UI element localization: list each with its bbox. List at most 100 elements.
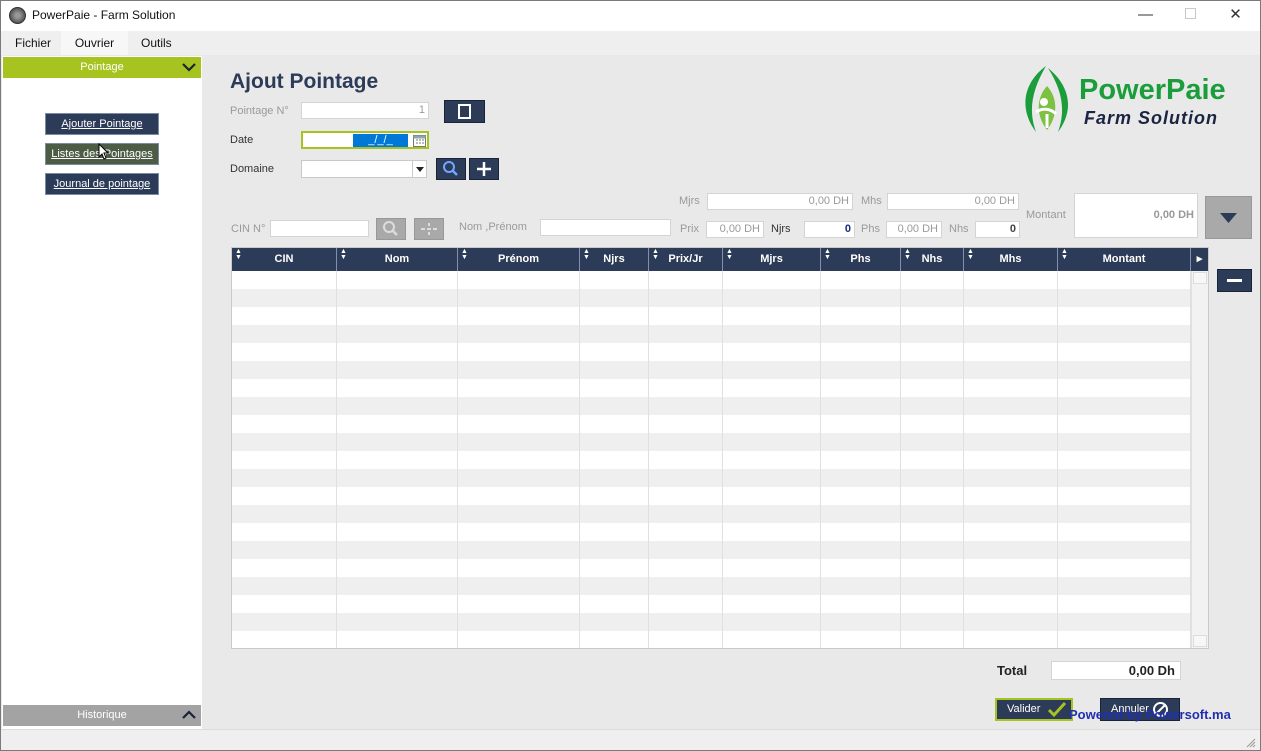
table-cell[interactable] bbox=[232, 343, 337, 361]
table-cell[interactable] bbox=[901, 451, 964, 469]
table-cell[interactable] bbox=[337, 523, 458, 541]
table-cell[interactable] bbox=[901, 559, 964, 577]
table-cell[interactable] bbox=[232, 433, 337, 451]
table-cell[interactable] bbox=[649, 577, 723, 595]
table-cell[interactable] bbox=[458, 379, 580, 397]
table-cell[interactable] bbox=[964, 325, 1058, 343]
scroll-down-icon[interactable] bbox=[1193, 635, 1207, 647]
pointage-table[interactable]: ▲ ▼ CIN ▲ ▼ Nom ▲ ▼ Prénom ▲ ▼ Njrs ▲ ▼ Prix/Jr ▲ ▼ Mjrs ▲… bbox=[231, 247, 1209, 649]
table-cell[interactable] bbox=[723, 595, 821, 613]
column-header-pr-nom[interactable]: ▲ ▼ Prénom bbox=[458, 248, 580, 271]
table-row[interactable] bbox=[232, 505, 1191, 523]
scroll-up-icon[interactable] bbox=[1193, 272, 1207, 284]
calendar-icon[interactable] bbox=[413, 134, 426, 147]
table-cell[interactable] bbox=[649, 343, 723, 361]
table-cell[interactable] bbox=[964, 397, 1058, 415]
table-cell[interactable] bbox=[580, 505, 649, 523]
table-cell[interactable] bbox=[723, 487, 821, 505]
table-cell[interactable] bbox=[232, 595, 337, 613]
column-menu-icon[interactable]: ▸ bbox=[1191, 248, 1208, 271]
table-cell[interactable] bbox=[649, 271, 723, 289]
table-cell[interactable] bbox=[649, 379, 723, 397]
mhs-field[interactable]: 0,00 DH bbox=[887, 193, 1019, 210]
table-cell[interactable] bbox=[821, 433, 901, 451]
table-cell[interactable] bbox=[901, 541, 964, 559]
table-cell[interactable] bbox=[723, 415, 821, 433]
cin-search-button[interactable] bbox=[376, 218, 406, 240]
table-row[interactable] bbox=[232, 433, 1191, 451]
table-cell[interactable] bbox=[580, 343, 649, 361]
column-header-mhs[interactable]: ▲ ▼ Mhs bbox=[964, 248, 1058, 271]
table-cell[interactable] bbox=[337, 397, 458, 415]
table-row[interactable] bbox=[232, 379, 1191, 397]
table-cell[interactable] bbox=[723, 505, 821, 523]
table-cell[interactable] bbox=[337, 433, 458, 451]
table-cell[interactable] bbox=[964, 577, 1058, 595]
montant-field[interactable]: 0,00 DH bbox=[1074, 193, 1198, 238]
table-cell[interactable] bbox=[1058, 361, 1191, 379]
table-row[interactable] bbox=[232, 325, 1191, 343]
table-cell[interactable] bbox=[964, 613, 1058, 631]
table-cell[interactable] bbox=[821, 397, 901, 415]
table-cell[interactable] bbox=[232, 361, 337, 379]
table-cell[interactable] bbox=[1058, 451, 1191, 469]
table-cell[interactable] bbox=[337, 307, 458, 325]
table-cell[interactable] bbox=[232, 469, 337, 487]
table-cell[interactable] bbox=[723, 289, 821, 307]
table-cell[interactable] bbox=[821, 613, 901, 631]
table-row[interactable] bbox=[232, 595, 1191, 613]
table-cell[interactable] bbox=[1058, 343, 1191, 361]
table-cell[interactable] bbox=[649, 469, 723, 487]
table-cell[interactable] bbox=[337, 379, 458, 397]
table-cell[interactable] bbox=[458, 397, 580, 415]
maximize-button[interactable]: ☐ bbox=[1168, 1, 1213, 31]
table-cell[interactable] bbox=[232, 271, 337, 289]
table-cell[interactable] bbox=[901, 595, 964, 613]
table-cell[interactable] bbox=[821, 343, 901, 361]
table-cell[interactable] bbox=[964, 505, 1058, 523]
table-row[interactable] bbox=[232, 397, 1191, 415]
table-cell[interactable] bbox=[458, 613, 580, 631]
table-cell[interactable] bbox=[649, 487, 723, 505]
table-cell[interactable] bbox=[723, 541, 821, 559]
table-cell[interactable] bbox=[337, 415, 458, 433]
table-cell[interactable] bbox=[1058, 613, 1191, 631]
table-cell[interactable] bbox=[964, 307, 1058, 325]
domaine-select[interactable] bbox=[301, 160, 427, 178]
table-cell[interactable] bbox=[580, 379, 649, 397]
table-cell[interactable] bbox=[723, 613, 821, 631]
table-cell[interactable] bbox=[1058, 523, 1191, 541]
sidebar-footer-historique[interactable]: Historique bbox=[3, 705, 201, 726]
table-cell[interactable] bbox=[901, 523, 964, 541]
table-cell[interactable] bbox=[821, 595, 901, 613]
table-cell[interactable] bbox=[1058, 541, 1191, 559]
table-cell[interactable] bbox=[723, 451, 821, 469]
table-cell[interactable] bbox=[337, 631, 458, 648]
table-row[interactable] bbox=[232, 487, 1191, 505]
menu-fichier[interactable]: Fichier bbox=[2, 31, 64, 55]
table-cell[interactable] bbox=[580, 631, 649, 648]
table-row[interactable] bbox=[232, 541, 1191, 559]
table-cell[interactable] bbox=[901, 379, 964, 397]
table-cell[interactable] bbox=[964, 487, 1058, 505]
table-cell[interactable] bbox=[1058, 379, 1191, 397]
table-cell[interactable] bbox=[649, 325, 723, 343]
table-cell[interactable] bbox=[580, 577, 649, 595]
table-cell[interactable] bbox=[901, 613, 964, 631]
table-cell[interactable] bbox=[649, 307, 723, 325]
table-cell[interactable] bbox=[964, 433, 1058, 451]
mjrs-field[interactable]: 0,00 DH bbox=[707, 193, 853, 210]
cin-field[interactable] bbox=[270, 220, 369, 237]
table-cell[interactable] bbox=[337, 505, 458, 523]
table-cell[interactable] bbox=[458, 433, 580, 451]
table-cell[interactable] bbox=[1058, 595, 1191, 613]
table-cell[interactable] bbox=[901, 433, 964, 451]
table-cell[interactable] bbox=[723, 361, 821, 379]
table-cell[interactable] bbox=[649, 361, 723, 379]
table-cell[interactable] bbox=[649, 397, 723, 415]
table-cell[interactable] bbox=[901, 361, 964, 379]
column-header-montant[interactable]: ▲ ▼ Montant bbox=[1058, 248, 1191, 271]
table-cell[interactable] bbox=[1058, 415, 1191, 433]
table-cell[interactable] bbox=[1058, 289, 1191, 307]
sidebar-header-pointage[interactable]: Pointage bbox=[3, 57, 201, 78]
